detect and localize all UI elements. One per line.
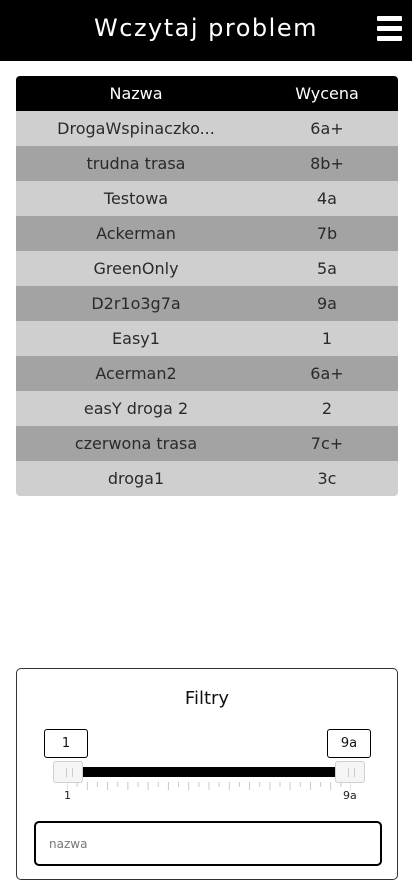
row-grade: 8b+ — [310, 154, 344, 173]
slider-track[interactable] — [67, 767, 351, 777]
row-grade: 5a — [317, 259, 337, 278]
table-row[interactable]: easY droga 2 2 — [16, 391, 398, 426]
slider-max-handle[interactable] — [335, 761, 365, 783]
range-min-value[interactable]: 1 — [44, 729, 88, 758]
filters-panel: Filtry 1 9a 1 9a — [16, 668, 398, 880]
hamburger-menu-icon[interactable] — [377, 16, 402, 41]
table-row[interactable]: Testowa 4a — [16, 181, 398, 216]
table-row[interactable]: droga1 3c — [16, 461, 398, 496]
grade-range-slider[interactable] — [53, 761, 365, 791]
page-title: Wczytaj problem — [94, 14, 318, 42]
table-row[interactable]: trudna trasa 8b+ — [16, 146, 398, 181]
slider-ticks — [67, 782, 351, 790]
row-grade: 7b — [316, 224, 338, 243]
range-max-value[interactable]: 9a — [327, 729, 371, 758]
row-grade: 7c+ — [310, 434, 344, 453]
table-row[interactable]: DrogaWspinaczko... 6a+ — [16, 111, 398, 146]
row-grade: 4a — [317, 189, 337, 208]
table-row[interactable]: Ackerman 7b — [16, 216, 398, 251]
column-header-name[interactable]: Nazwa — [16, 76, 256, 111]
table-header-row: Nazwa Wycena — [16, 76, 398, 111]
row-name: Acerman2 — [95, 364, 177, 383]
slider-max-label: 9a — [343, 789, 357, 802]
row-name: droga1 — [107, 469, 165, 488]
row-name: czerwona trasa — [74, 434, 198, 453]
table-row[interactable]: GreenOnly 5a — [16, 251, 398, 286]
row-grade: 2 — [321, 399, 333, 418]
row-name: Easy1 — [112, 329, 160, 348]
app-header: Wczytaj problem — [0, 0, 412, 61]
problems-table: Nazwa Wycena DrogaWspinaczko... 6a+ trud… — [16, 76, 398, 496]
table-row[interactable]: D2r1o3g7a 9a — [16, 286, 398, 321]
filters-title: Filtry — [184, 688, 230, 709]
row-grade: 6a+ — [310, 119, 344, 138]
row-grade: 9a — [317, 294, 337, 313]
row-name: D2r1o3g7a — [91, 294, 181, 313]
row-name: Testowa — [103, 189, 169, 208]
row-name: trudna trasa — [86, 154, 186, 173]
table-row[interactable]: czerwona trasa 7c+ — [16, 426, 398, 461]
row-grade: 6a+ — [310, 364, 344, 383]
name-filter-input[interactable] — [34, 821, 382, 866]
column-header-grade[interactable]: Wycena — [256, 76, 398, 111]
slider-min-label: 1 — [64, 789, 71, 802]
row-name: Ackerman — [96, 224, 176, 243]
row-name: GreenOnly — [93, 259, 179, 278]
row-grade: 3c — [317, 469, 337, 488]
table-row[interactable]: Easy1 1 — [16, 321, 398, 356]
row-name: DrogaWspinaczko... — [57, 119, 215, 138]
row-grade: 1 — [321, 329, 333, 348]
row-name: easY droga 2 — [83, 399, 189, 418]
table-row[interactable]: Acerman2 6a+ — [16, 356, 398, 391]
slider-min-handle[interactable] — [53, 761, 83, 783]
